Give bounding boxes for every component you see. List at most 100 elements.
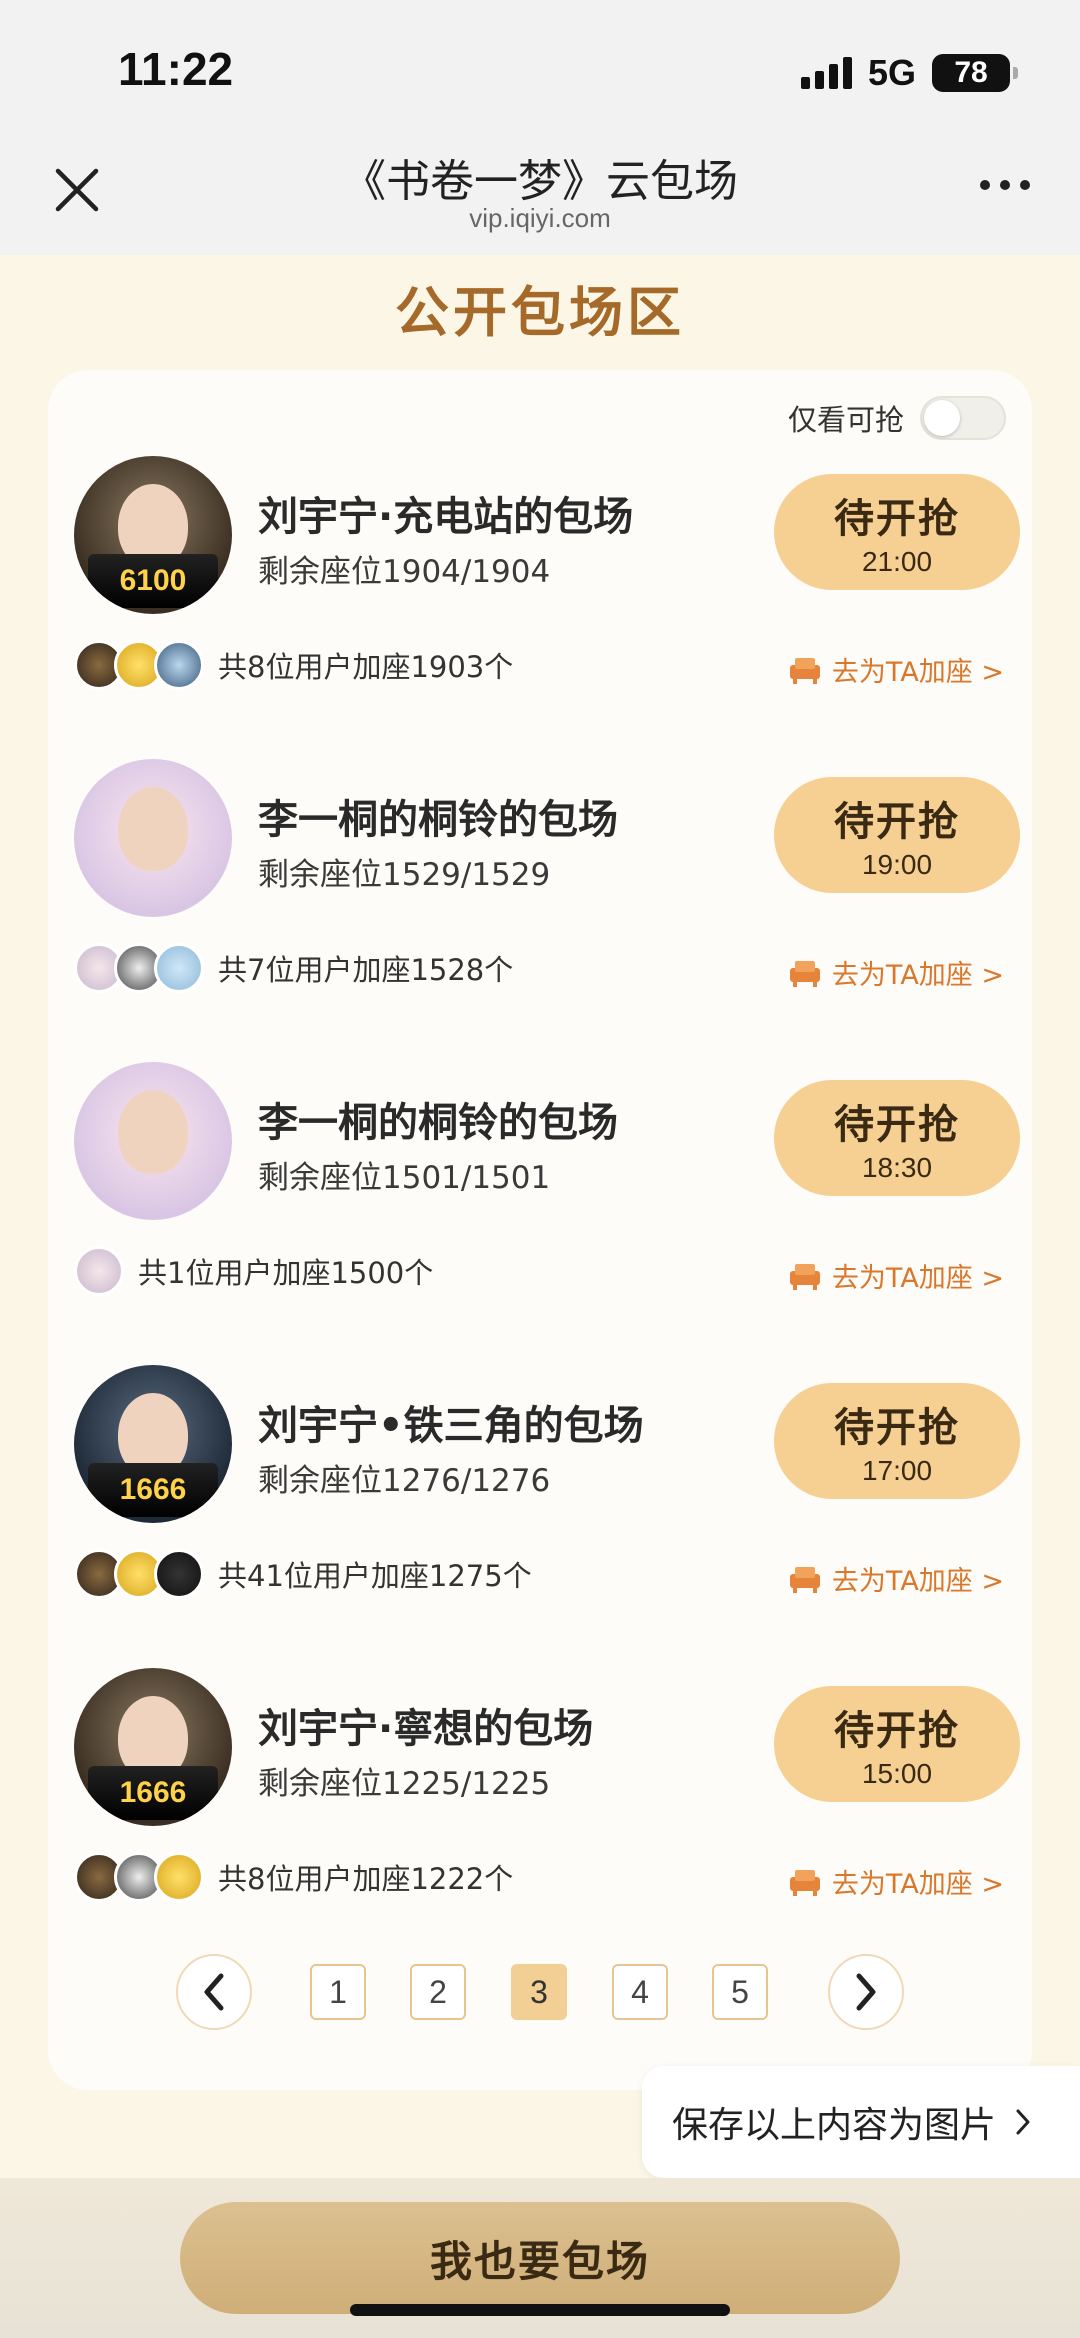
grab-button-label: 待开抢 [834, 1708, 960, 1754]
add-seat-label: 去为TA加座 > [831, 1566, 1004, 1597]
host-avatar[interactable]: 1666 [74, 1668, 232, 1826]
signal-icon [800, 57, 852, 89]
more-options-button[interactable] [980, 180, 1030, 190]
user-avatar [154, 1549, 204, 1599]
pagination: 1 2 3 4 5 [48, 1954, 1032, 2034]
screening-item: 李一桐的桐铃的包场 剩余座位1501/1501 待开抢 18:30 共1位用户加… [48, 1062, 1032, 1352]
screening-item: 1666 刘宇宁•铁三角的包场 剩余座位1276/1276 待开抢 17:00 … [48, 1365, 1032, 1655]
next-page-button[interactable] [828, 1954, 904, 2030]
screening-title: 刘宇宁•铁三角的包场 [258, 1403, 644, 1449]
save-as-image-label: 保存以上内容为图片 [672, 2105, 997, 2146]
page-3-button[interactable]: 3 [511, 1964, 567, 2020]
page-2-button[interactable]: 2 [410, 1964, 466, 2020]
home-indicator [350, 2304, 730, 2316]
remaining-seats: 剩余座位1276/1276 [258, 1463, 551, 1499]
add-seat-link[interactable]: 去为TA加座 > [788, 1559, 1004, 1598]
add-seat-link[interactable]: 去为TA加座 > [788, 1862, 1004, 1901]
more-dot-icon [1000, 180, 1010, 190]
user-avatar [74, 1246, 124, 1296]
filter-available: 仅看可抢 [788, 396, 1006, 440]
toggle-knob [924, 400, 960, 436]
public-screening-list: 仅看可抢 6100 刘宇宁·充电站的包场 剩余座位1904/1904 待开抢 2… [48, 370, 1032, 2090]
avatar-face [118, 787, 188, 871]
filter-label: 仅看可抢 [787, 403, 904, 437]
grab-button-label: 待开抢 [834, 1102, 960, 1148]
grab-seat-button[interactable]: 待开抢 17:00 [774, 1383, 1020, 1499]
grab-button-label: 待开抢 [834, 496, 960, 542]
more-dot-icon [1020, 180, 1030, 190]
host-avatar[interactable] [74, 1062, 232, 1220]
host-avatar[interactable]: 1666 [74, 1365, 232, 1523]
screening-title: 刘宇宁·寧想的包场 [258, 1706, 594, 1752]
avatar-badge: 6100 [88, 554, 218, 608]
joined-users: 共1位用户加座1500个 [74, 1246, 433, 1296]
avatar-badge: 1666 [88, 1463, 218, 1517]
more-dot-icon [980, 180, 990, 190]
grab-seat-button[interactable]: 待开抢 18:30 [774, 1080, 1020, 1196]
joined-users: 共41位用户加座1275个 [74, 1549, 532, 1599]
filter-toggle[interactable] [920, 396, 1006, 440]
remaining-seats: 剩余座位1529/1529 [258, 857, 551, 893]
page-title: 《书卷一梦》云包场 [342, 156, 738, 207]
add-seat-label: 去为TA加座 > [831, 1263, 1004, 1294]
battery-level: 78 [954, 56, 988, 89]
sofa-icon [789, 960, 820, 987]
add-seat-label: 去为TA加座 > [831, 657, 1004, 688]
status-time: 11:22 [118, 43, 234, 95]
create-screening-button[interactable]: 我也要包场 [180, 2202, 900, 2314]
section-title: 公开包场区 [395, 281, 685, 344]
prev-page-button[interactable] [176, 1954, 252, 2030]
remaining-seats: 剩余座位1501/1501 [258, 1160, 551, 1196]
screening-title: 李一桐的桐铃的包场 [258, 797, 618, 843]
network-type: 5G [867, 52, 916, 93]
joined-users-text: 共8位用户加座1222个 [218, 1862, 514, 1896]
joined-users-text: 共8位用户加座1903个 [218, 650, 514, 684]
grab-button-time: 21:00 [861, 546, 933, 577]
host-avatar[interactable] [74, 759, 232, 917]
joined-users: 共8位用户加座1222个 [74, 1852, 513, 1902]
joined-users-text: 共1位用户加座1500个 [138, 1256, 434, 1290]
remaining-seats: 剩余座位1904/1904 [258, 554, 551, 590]
joined-users: 共8位用户加座1903个 [74, 640, 513, 690]
user-avatar [154, 943, 204, 993]
screening-title: 刘宇宁·充电站的包场 [258, 494, 634, 540]
save-as-image-button[interactable]: 保存以上内容为图片 [642, 2066, 1080, 2178]
chevron-right-icon [1016, 2109, 1030, 2135]
add-seat-label: 去为TA加座 > [831, 960, 1004, 991]
avatar-badge: 1666 [88, 1766, 218, 1820]
grab-button-time: 18:30 [861, 1152, 933, 1183]
add-seat-label: 去为TA加座 > [831, 1869, 1004, 1900]
sofa-icon [789, 1263, 820, 1290]
grab-button-time: 17:00 [861, 1455, 933, 1486]
screening-item: 李一桐的桐铃的包场 剩余座位1529/1529 待开抢 19:00 共7位用户加… [48, 759, 1032, 1049]
sofa-icon [789, 1566, 820, 1593]
grab-seat-button[interactable]: 待开抢 15:00 [774, 1686, 1020, 1802]
host-avatar[interactable]: 6100 [74, 456, 232, 614]
sofa-icon [789, 657, 820, 684]
add-seat-link[interactable]: 去为TA加座 > [788, 650, 1004, 689]
page-4-button[interactable]: 4 [612, 1964, 668, 2020]
chevron-right-icon [856, 1973, 876, 2011]
grab-button-label: 待开抢 [834, 1405, 960, 1451]
grab-seat-button[interactable]: 待开抢 19:00 [774, 777, 1020, 893]
page-1-button[interactable]: 1 [310, 1964, 366, 2020]
user-avatar [154, 640, 204, 690]
status-indicators: 5G 78 [800, 50, 1018, 96]
screening-item: 1666 刘宇宁·寧想的包场 剩余座位1225/1225 待开抢 15:00 共… [48, 1668, 1032, 1958]
user-avatar [154, 1852, 204, 1902]
screening-item: 6100 刘宇宁·充电站的包场 剩余座位1904/1904 待开抢 21:00 … [48, 456, 1032, 746]
grab-button-time: 15:00 [861, 1758, 933, 1789]
grab-seat-button[interactable]: 待开抢 21:00 [774, 474, 1020, 590]
page-5-button[interactable]: 5 [712, 1964, 768, 2020]
sofa-icon [789, 1869, 820, 1896]
grab-button-label: 待开抢 [834, 799, 960, 845]
page-domain: vip.iqiyi.com [469, 203, 611, 233]
add-seat-link[interactable]: 去为TA加座 > [788, 1256, 1004, 1295]
joined-users-text: 共41位用户加座1275个 [218, 1559, 532, 1593]
remaining-seats: 剩余座位1225/1225 [258, 1766, 551, 1802]
add-seat-link[interactable]: 去为TA加座 > [788, 953, 1004, 992]
screening-title: 李一桐的桐铃的包场 [258, 1100, 618, 1146]
chevron-left-icon [204, 1973, 224, 2011]
battery-icon: 78 [932, 54, 1018, 92]
grab-button-time: 19:00 [861, 849, 933, 880]
